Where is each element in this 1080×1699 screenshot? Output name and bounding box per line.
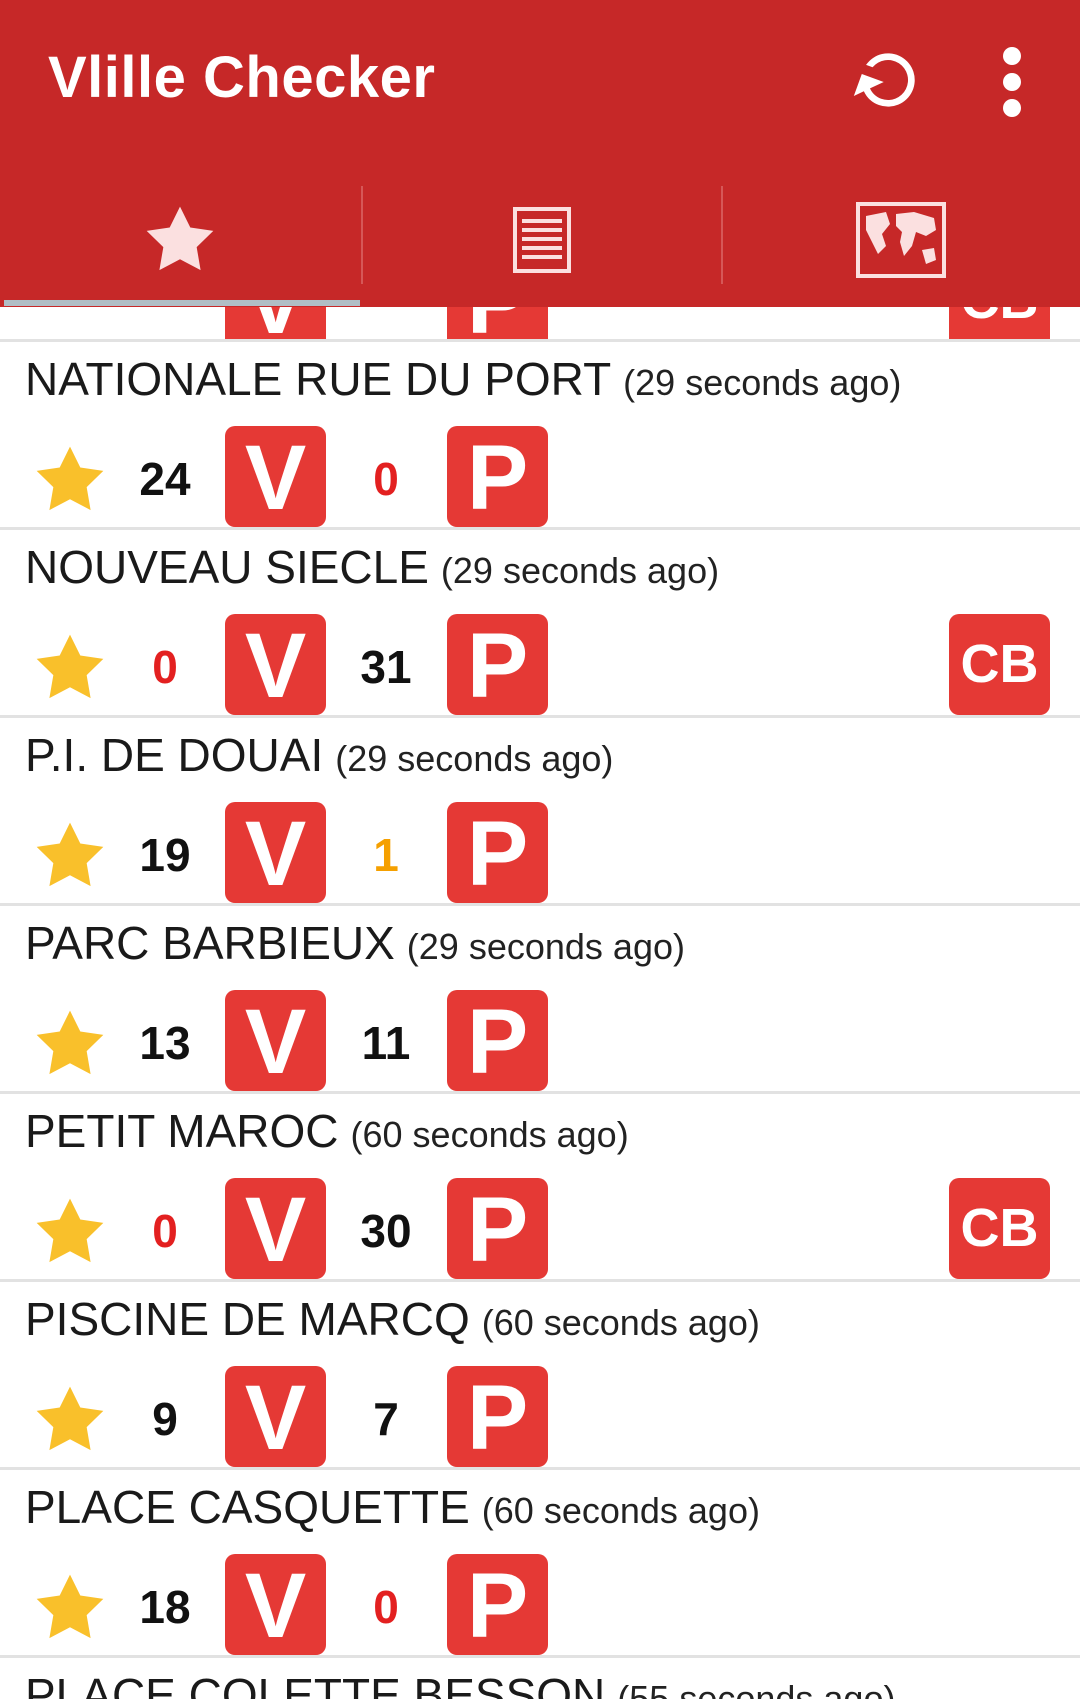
star-icon [146,206,214,270]
station-name-line: NOUVEAU SIECLE (29 seconds ago) [25,540,719,594]
list-item-station[interactable]: NOUVEAU SIECLE (29 seconds ago) 0 V 31 P … [0,530,1080,718]
list-item-station[interactable]: PETIT MAROC (60 seconds ago) 0 V 30 P CB [0,1094,1080,1282]
station-name: PLACE COLETTE BESSON [25,1669,606,1699]
station-name-line: P.I. DE DOUAI (29 seconds ago) [25,728,613,782]
stands-available-count: 11 [361,1017,411,1069]
star-icon[interactable] [30,1192,110,1272]
list-item-station[interactable]: PARC BARBIEUX (29 seconds ago) 13 V 11 P [0,906,1080,1094]
bikes-available-count: 24 [139,453,191,505]
tab-map[interactable] [722,182,1080,307]
last-update: (60 seconds ago) [481,1490,760,1531]
parking-badge: P [447,1178,548,1281]
star-icon[interactable] [30,1380,110,1460]
station-name: P.I. DE DOUAI [25,729,324,781]
parking-badge: P [447,426,548,529]
bikes-available-count: 19 [139,829,191,881]
tab-selected-indicator [4,300,360,306]
station-name-line: PISCINE DE MARCQ (60 seconds ago) [25,1292,760,1346]
last-update: (55 seconds ago) [617,1678,896,1699]
last-update: (29 seconds ago) [335,738,614,779]
bikes-badge: V [225,1178,326,1281]
app-title: Vlille Checker [48,45,436,110]
list-item-station[interactable]: PISCINE DE MARCQ (60 seconds ago) 9 V 7 P [0,1282,1080,1470]
bikes-badge: V [225,1554,326,1657]
parking-badge: P [447,1554,548,1657]
credit-card-badge: CB [949,614,1050,715]
star-icon[interactable] [30,1004,110,1084]
credit-card-badge: CB [949,1178,1050,1279]
station-name: PARC BARBIEUX [25,917,395,969]
list-item-station[interactable]: PLACE CASQUETTE (60 seconds ago) 18 V 0 P [0,1470,1080,1658]
bikes-badge: V [225,614,326,717]
bikes-available-count: 18 [139,1581,191,1633]
refresh-icon[interactable] [848,40,928,120]
station-name-line: PARC BARBIEUX (29 seconds ago) [25,916,685,970]
parking-badge: P [447,802,548,905]
last-update: (60 seconds ago) [481,1302,760,1343]
bikes-available-count: 9 [152,1393,178,1445]
list-icon [513,206,571,273]
last-update: (29 seconds ago) [406,926,685,967]
map-icon [856,201,946,278]
station-name-line: PLACE COLETTE BESSON (55 seconds ago) [25,1668,895,1699]
stands-available-count: 0 [373,1581,399,1633]
station-name: NOUVEAU SIECLE [25,541,429,593]
list-item-station[interactable]: NATIONALE RUE DU PORT (29 seconds ago) 24… [0,342,1080,530]
bikes-badge: V [225,990,326,1093]
station-name: NATIONALE RUE DU PORT [25,353,612,405]
stands-available-count: 31 [360,641,412,693]
star-icon[interactable] [30,628,110,708]
last-update: (29 seconds ago) [440,550,720,591]
bikes-available-count: 13 [139,1017,191,1069]
tab-all-stations[interactable] [362,182,722,307]
station-name-line: PETIT MAROC (60 seconds ago) [25,1104,629,1158]
station-name: PETIT MAROC [25,1105,339,1157]
station-name-line: PLACE CASQUETTE (60 seconds ago) [25,1480,760,1534]
station-name: PISCINE DE MARCQ [25,1293,470,1345]
stands-available-count: 30 [360,1205,412,1257]
app-bar: Vlille Checker [0,0,1080,307]
station-name: PLACE CASQUETTE [25,1481,470,1533]
more-vert-icon[interactable] [990,42,1034,122]
star-icon[interactable] [30,816,110,896]
list-item-station[interactable]: P.I. DE DOUAI (29 seconds ago) 19 V 1 P [0,718,1080,906]
bikes-badge: V [225,1366,326,1469]
stands-available-count: 1 [373,829,399,881]
bikes-badge: V [225,426,326,529]
last-update: (60 seconds ago) [350,1114,629,1155]
parking-badge: P [447,990,548,1093]
stands-available-count: 0 [373,453,399,505]
bikes-available-count: 0 [152,641,178,693]
list-item-station[interactable]: PLACE COLETTE BESSON (55 seconds ago) [0,1658,1080,1699]
parking-badge: P [447,1366,548,1469]
station-name-line: NATIONALE RUE DU PORT (29 seconds ago) [25,352,901,406]
star-icon[interactable] [30,1568,110,1648]
star-icon[interactable] [30,440,110,520]
bikes-badge: V [225,802,326,905]
bikes-available-count: 0 [152,1205,178,1257]
stands-available-count: 7 [373,1393,399,1445]
last-update: (29 seconds ago) [623,362,902,403]
parking-badge: P [447,614,548,717]
tab-favorites[interactable] [0,182,360,307]
